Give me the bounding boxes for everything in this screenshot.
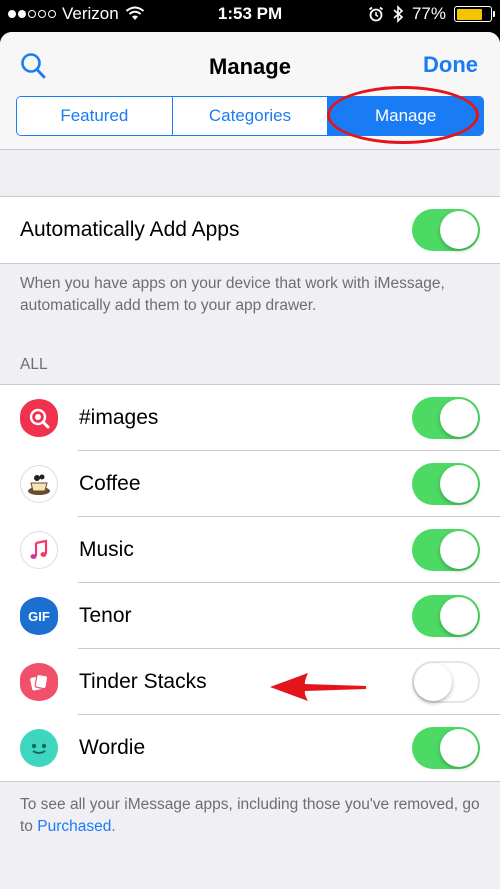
tenor-icon-text: GIF — [28, 608, 50, 624]
auto-add-group: Automatically Add Apps — [0, 196, 500, 264]
app-name: Music — [79, 538, 134, 561]
section-header-all: ALL — [20, 356, 48, 373]
battery-percent: 77% — [411, 4, 446, 23]
toggle-knob — [414, 663, 452, 701]
auto-add-footnote: When you have apps on your device that w… — [20, 275, 445, 314]
list-item: Wordie — [0, 715, 500, 781]
toggle-knob — [440, 465, 478, 503]
annotation-arrow — [270, 673, 366, 701]
list-item: Coffee — [0, 451, 500, 517]
manage-sheet: Manage Done Featured Categories Manage A… — [0, 32, 500, 889]
tab-categories[interactable]: Categories — [171, 97, 328, 135]
footer-end: . — [111, 818, 116, 835]
list-item: Tinder Stacks — [0, 649, 500, 715]
status-bar: Verizon 1:53 PM 77% — [0, 0, 500, 28]
status-right: 77% — [368, 4, 495, 24]
auto-add-label: Automatically Add Apps — [20, 218, 240, 241]
app-name: Coffee — [79, 472, 141, 495]
list-item: Music — [0, 517, 500, 583]
list-item: #images — [0, 385, 500, 451]
auto-add-row: Automatically Add Apps — [0, 197, 500, 263]
toggle-knob — [440, 211, 478, 249]
nav-bar: Manage Done Featured Categories Manage — [0, 32, 500, 150]
battery-icon — [454, 6, 495, 22]
purchased-link[interactable]: Purchased — [37, 818, 111, 835]
list-item: GIF Tenor — [0, 583, 500, 649]
app-name: Tinder Stacks — [79, 670, 207, 693]
music-toggle[interactable] — [412, 529, 480, 571]
toggle-knob — [440, 729, 478, 767]
footer-note: To see all your iMessage apps, including… — [20, 794, 480, 838]
tinder-stacks-icon — [20, 663, 58, 701]
segmented-control: Featured Categories Manage — [16, 96, 484, 136]
images-icon — [20, 399, 58, 437]
coffee-toggle[interactable] — [412, 463, 480, 505]
toggle-knob — [440, 399, 478, 437]
wordie-icon — [20, 729, 58, 767]
app-name: Wordie — [79, 736, 146, 759]
wordie-toggle[interactable] — [412, 727, 480, 769]
auto-add-toggle[interactable] — [412, 209, 480, 251]
music-icon — [20, 531, 58, 569]
app-name: #images — [79, 406, 159, 429]
done-button[interactable]: Done — [423, 52, 478, 78]
battery-fill — [456, 8, 482, 20]
apps-list: #images Coffee Music GIF Tenor Tinder St… — [0, 384, 500, 782]
tenor-toggle[interactable] — [412, 595, 480, 637]
tenor-icon: GIF — [20, 597, 58, 635]
tab-manage[interactable]: Manage — [327, 97, 483, 135]
tab-featured[interactable]: Featured — [17, 97, 172, 135]
app-name: Tenor — [79, 604, 132, 627]
coffee-icon — [20, 465, 58, 503]
images-toggle[interactable] — [412, 397, 480, 439]
bluetooth-icon — [393, 5, 404, 23]
tinder-stacks-toggle[interactable] — [412, 661, 480, 703]
toggle-knob — [440, 531, 478, 569]
toggle-knob — [440, 597, 478, 635]
alarm-icon — [368, 6, 384, 22]
